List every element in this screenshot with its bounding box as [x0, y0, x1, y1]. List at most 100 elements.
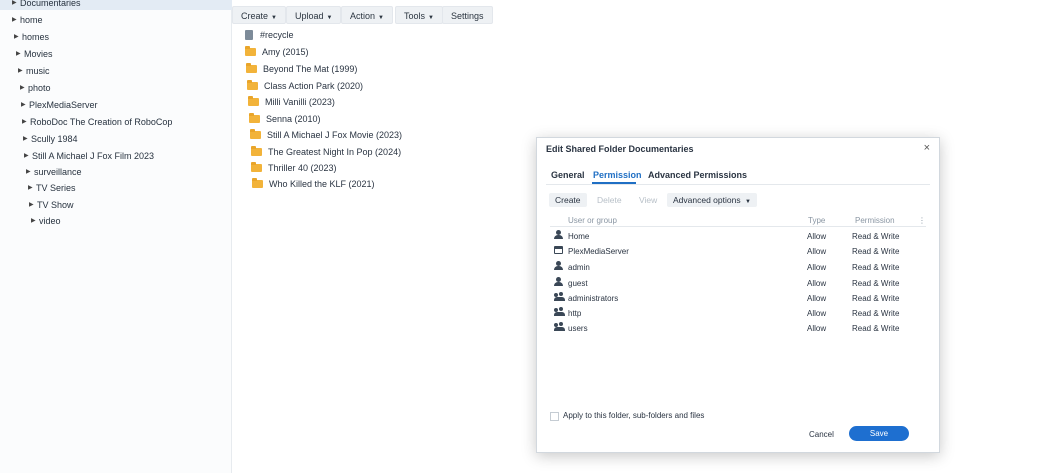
column-user-or-group[interactable]: User or group [568, 216, 617, 225]
file-row[interactable]: Still A Michael J Fox Movie (2023) [250, 128, 402, 142]
file-row[interactable]: Class Action Park (2020) [247, 79, 363, 93]
tree-item-still-a-michael-j-fox[interactable]: ▶ Still A Michael J Fox Film 2023 [24, 149, 154, 163]
permission-row[interactable]: users Allow Read & Write [550, 321, 926, 336]
trash-icon [245, 30, 253, 40]
permission-row[interactable]: admin Allow Read & Write [550, 260, 926, 275]
folder-icon [252, 178, 263, 188]
group-icon [554, 291, 565, 306]
tree-item-photo[interactable]: ▶ photo [20, 81, 51, 95]
file-name: Senna (2010) [266, 114, 321, 124]
caret-right-icon[interactable]: ▶ [26, 165, 34, 179]
folder-icon [250, 129, 261, 139]
caret-right-icon[interactable]: ▶ [12, 13, 20, 27]
upload-menu-button[interactable]: Upload ▼ [286, 6, 342, 24]
file-name: Beyond The Mat (1999) [263, 64, 358, 74]
folder-tree-sidebar: ▶ Documentaries ▶ home ▶ homes ▶ Movies … [0, 0, 232, 473]
caret-right-icon[interactable]: ▶ [14, 30, 22, 44]
row-permission: Read & Write [852, 309, 900, 318]
caret-right-icon[interactable]: ▶ [16, 47, 24, 61]
tree-item-documentaries[interactable]: ▶ Documentaries [0, 0, 232, 10]
file-row[interactable]: Milli Vanilli (2023) [248, 95, 335, 109]
tree-item-label: photo [28, 83, 51, 93]
tree-item-video[interactable]: ▶ video [31, 214, 61, 228]
permission-row[interactable]: PlexMediaServer Allow Read & Write [550, 244, 926, 259]
tree-item-label: home [20, 15, 43, 25]
caret-right-icon[interactable]: ▶ [21, 98, 29, 112]
folder-icon [249, 113, 260, 123]
tree-item-home[interactable]: ▶ home [12, 13, 43, 27]
tab-general[interactable]: General [551, 170, 585, 180]
dialog-title: Edit Shared Folder Documentaries [546, 144, 694, 154]
create-menu-button[interactable]: Create ▼ [232, 6, 286, 24]
row-type: Allow [807, 294, 827, 303]
tree-item-label: Still A Michael J Fox Film 2023 [32, 151, 155, 161]
file-row[interactable]: Thriller 40 (2023) [251, 161, 337, 175]
caret-right-icon[interactable]: ▶ [28, 181, 36, 195]
file-name: Who Killed the KLF (2021) [269, 179, 375, 189]
tree-item-robodoc[interactable]: ▶ RoboDoc The Creation of RoboCop [22, 115, 172, 129]
caret-right-icon[interactable]: ▶ [24, 149, 32, 163]
create-permission-button[interactable]: Create [549, 193, 587, 207]
window-icon [554, 244, 563, 259]
delete-permission-button[interactable]: Delete [591, 193, 628, 207]
permission-row[interactable]: guest Allow Read & Write [550, 276, 926, 291]
file-row[interactable]: Beyond The Mat (1999) [246, 62, 357, 76]
tree-item-label: TV Series [36, 183, 76, 193]
file-name: Amy (2015) [262, 47, 309, 57]
caret-right-icon[interactable]: ▶ [18, 64, 26, 78]
tree-item-plexmediaserver[interactable]: ▶ PlexMediaServer [21, 98, 98, 112]
caret-right-icon[interactable]: ▶ [20, 81, 28, 95]
file-row[interactable]: Who Killed the KLF (2021) [252, 177, 375, 191]
permission-row[interactable]: http Allow Read & Write [550, 306, 926, 321]
tree-item-label: video [39, 216, 61, 226]
file-name: Still A Michael J Fox Movie (2023) [267, 130, 403, 140]
chevron-down-icon: ▼ [428, 15, 434, 21]
column-permission[interactable]: Permission [855, 216, 895, 225]
save-button[interactable]: Save [849, 426, 909, 441]
tools-menu-button[interactable]: Tools ▼ [395, 6, 443, 24]
advanced-options-button[interactable]: Advanced options ▼ [667, 193, 757, 207]
caret-right-icon[interactable]: ▶ [23, 132, 31, 146]
tree-item-music[interactable]: ▶ music [18, 64, 50, 78]
settings-button[interactable]: Settings [442, 6, 493, 24]
tab-advanced-permissions[interactable]: Advanced Permissions [648, 170, 747, 180]
file-name: #recycle [260, 30, 294, 40]
cancel-button[interactable]: Cancel [803, 428, 840, 442]
row-permission: Read & Write [852, 263, 900, 272]
file-row[interactable]: Amy (2015) [245, 45, 309, 59]
tabs-divider [546, 184, 930, 185]
group-icon [554, 321, 565, 336]
row-type: Allow [807, 324, 827, 333]
tab-permission[interactable]: Permission [593, 170, 642, 180]
caret-right-icon[interactable]: ▶ [12, 0, 20, 10]
file-row[interactable]: Senna (2010) [249, 112, 321, 126]
tree-item-label: Movies [24, 49, 53, 59]
action-menu-button[interactable]: Action ▼ [341, 6, 393, 24]
column-type[interactable]: Type [808, 216, 825, 225]
caret-right-icon[interactable]: ▶ [29, 198, 37, 212]
tree-item-tv-show[interactable]: ▶ TV Show [29, 198, 74, 212]
folder-icon [246, 63, 257, 73]
view-permission-button[interactable]: View [633, 193, 663, 207]
file-row-recycle[interactable]: #recycle [243, 28, 294, 42]
tree-item-label: TV Show [37, 200, 74, 210]
row-type: Allow [807, 232, 827, 241]
tree-item-movies[interactable]: ▶ Movies [16, 47, 53, 61]
row-permission: Read & Write [852, 279, 900, 288]
file-row[interactable]: The Greatest Night In Pop (2024) [251, 145, 401, 159]
tree-item-tv-series[interactable]: ▶ TV Series [28, 181, 76, 195]
tree-item-scully-1984[interactable]: ▶ Scully 1984 [23, 132, 78, 146]
tree-item-homes[interactable]: ▶ homes [14, 30, 49, 44]
caret-right-icon[interactable]: ▶ [31, 214, 39, 228]
tree-item-surveillance[interactable]: ▶ surveillance [26, 165, 82, 179]
row-permission: Read & Write [852, 294, 900, 303]
permission-row[interactable]: Home Allow Read & Write [550, 229, 926, 244]
column-menu-icon[interactable]: ⋮ [918, 216, 926, 225]
caret-right-icon[interactable]: ▶ [22, 115, 30, 129]
apply-subfolders-checkbox[interactable] [550, 412, 559, 421]
close-icon[interactable]: × [924, 142, 930, 154]
permission-grid-header: User or group Type Permission ⋮ [550, 213, 926, 227]
permission-row[interactable]: administrators Allow Read & Write [550, 291, 926, 306]
chevron-down-icon: ▼ [271, 15, 277, 21]
row-name: Home [568, 232, 590, 241]
